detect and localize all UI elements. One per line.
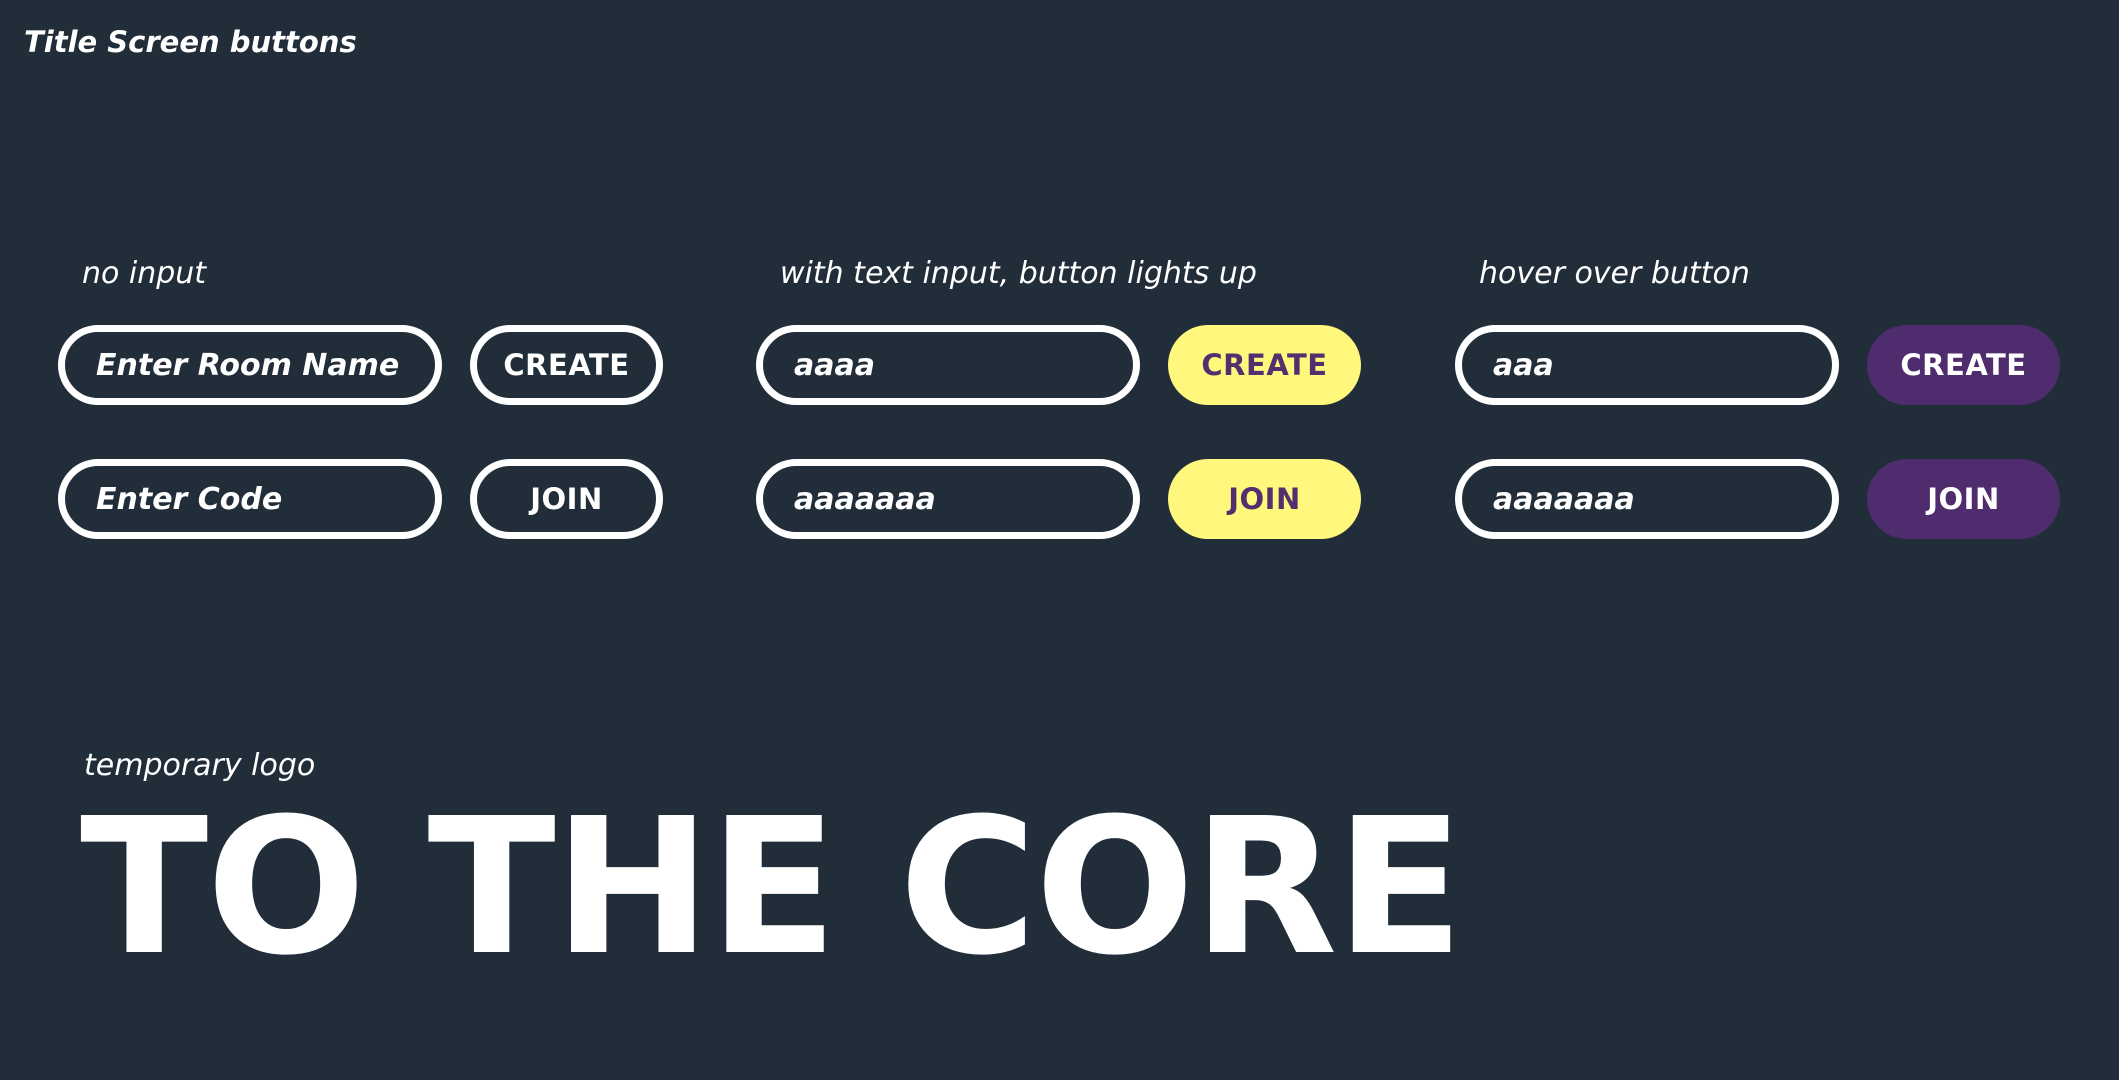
create-button[interactable]: CREATE [1168, 325, 1361, 405]
room-name-input[interactable]: aaaa [756, 325, 1140, 405]
state-label: with text input, button lights up [780, 256, 1257, 291]
create-button[interactable]: CREATE [1867, 325, 2060, 405]
room-name-input[interactable]: aaa [1455, 325, 1839, 405]
join-button[interactable]: JOIN [1867, 459, 2060, 539]
join-button[interactable]: JOIN [470, 459, 663, 539]
page-title: Title Screen buttons [24, 25, 357, 59]
room-name-input[interactable]: Enter Room Name [58, 325, 442, 405]
state-label: hover over button [1479, 256, 1750, 291]
room-code-input[interactable]: Enter Code [58, 459, 442, 539]
state-label: no input [82, 256, 207, 291]
create-button[interactable]: CREATE [470, 325, 663, 405]
join-button[interactable]: JOIN [1168, 459, 1361, 539]
room-code-input[interactable]: aaaaaaa [756, 459, 1140, 539]
room-code-input[interactable]: aaaaaaa [1455, 459, 1839, 539]
logo: TO THE CORE [80, 778, 1464, 997]
